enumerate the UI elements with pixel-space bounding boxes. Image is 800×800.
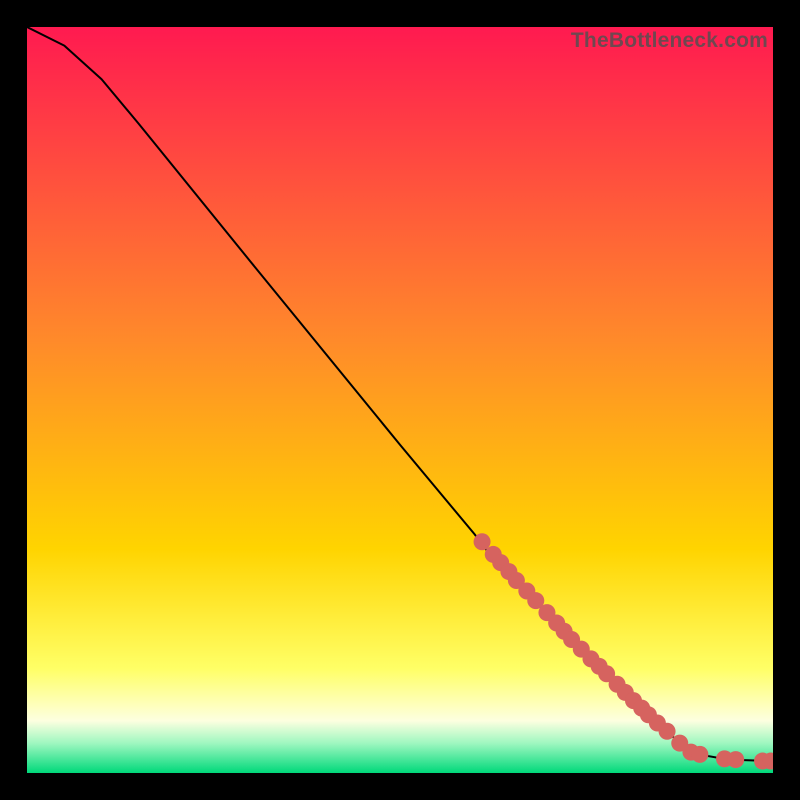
chart-canvas <box>27 27 773 773</box>
chart-frame <box>27 27 773 773</box>
data-marker <box>474 533 491 550</box>
data-marker <box>691 746 708 763</box>
watermark-text: TheBottleneck.com <box>571 29 768 53</box>
gradient-background <box>27 27 773 773</box>
data-marker <box>659 723 676 740</box>
data-marker <box>727 751 744 768</box>
